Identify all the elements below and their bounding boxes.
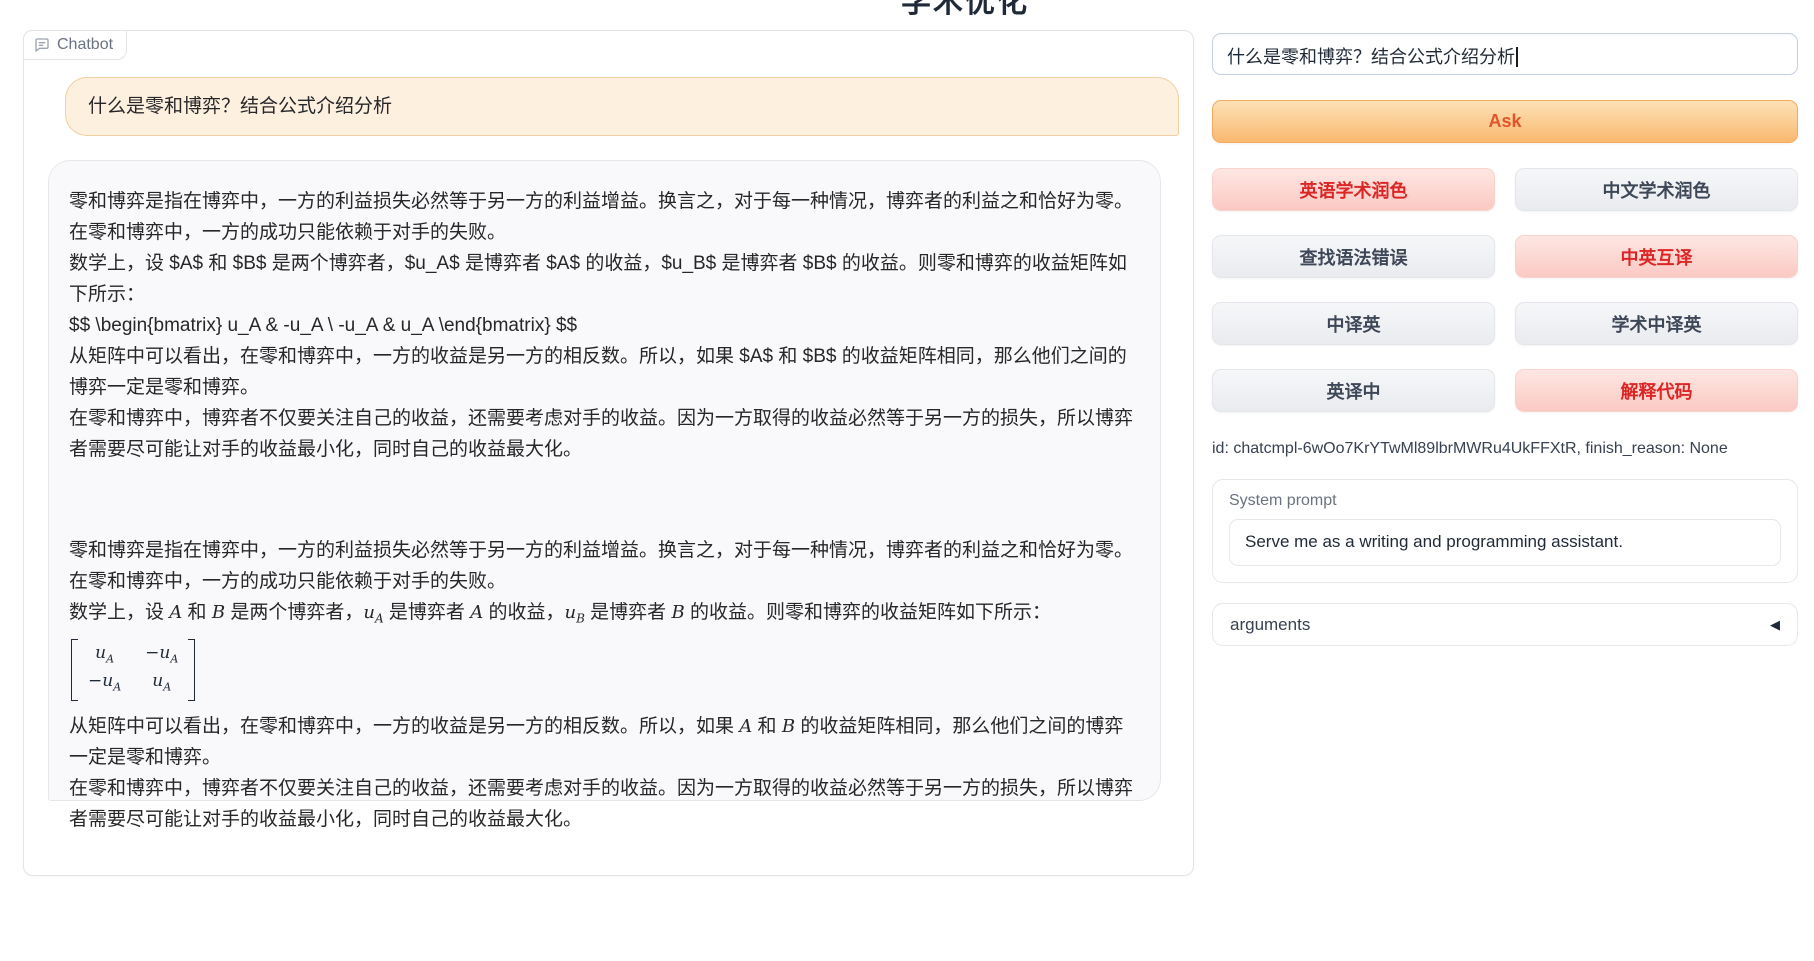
math-var: uB [564, 602, 584, 623]
user-message-bubble: 什么是零和博弈？结合公式介绍分析 [65, 77, 1179, 136]
bot-raw-latex-formula: $$ \begin{bmatrix} u_A & -u_A \ -u_A & u… [69, 310, 1140, 341]
matrix-cell: uA [88, 642, 121, 670]
question-input-value: 什么是零和博弈？结合公式介绍分析 [1227, 47, 1515, 67]
response-status-line: id: chatcmpl-6wOo7KrYTwMl89lbrMWRu4UkFFX… [1212, 440, 1798, 458]
chatbot-panel: Chatbot 什么是零和博弈？结合公式介绍分析 零和博弈是指在博弈中，一方的利… [23, 30, 1194, 876]
bot-rendered-paragraph: 从矩阵中可以看出，在零和博弈中，一方的收益是另一方的相反数。所以，如果 A 和 … [69, 711, 1140, 773]
system-prompt-value: Serve me as a writing and programming as… [1245, 532, 1623, 551]
button-chinese-academic-polish[interactable]: 中文学术润色 [1515, 168, 1798, 211]
matrix-cell: −uA [145, 642, 178, 670]
button-zh-to-en[interactable]: 中译英 [1212, 302, 1495, 345]
system-prompt-input[interactable]: Serve me as a writing and programming as… [1229, 519, 1781, 566]
bot-rendered-paragraph: 零和博弈是指在博弈中，一方的利益损失必然等于另一方的利益增益。换言之，对于每一种… [69, 535, 1140, 597]
control-column: 什么是零和博弈？结合公式介绍分析 Ask 英语学术润色 中文学术润色 查找语法错… [1212, 33, 1798, 646]
matrix-left-bracket [71, 639, 78, 702]
chat-bubble-icon [34, 37, 50, 53]
bot-message-rendered: 零和博弈是指在博弈中，一方的利益损失必然等于另一方的利益增益。换言之，对于每一种… [69, 535, 1140, 835]
system-prompt-label: System prompt [1229, 492, 1781, 510]
math-var: A [470, 602, 483, 623]
page-title: 学术优化 [901, 0, 1029, 21]
arguments-accordion-label: arguments [1230, 615, 1310, 635]
bot-raw-paragraph: 从矩阵中可以看出，在零和博弈中，一方的收益是另一方的相反数。所以，如果 $A$ … [69, 341, 1140, 403]
chatbot-panel-label-text: Chatbot [57, 36, 113, 54]
math-var: B [782, 716, 795, 737]
button-find-grammar-errors[interactable]: 查找语法错误 [1212, 235, 1495, 278]
app-page: 学术优化 Chatbot 什么是零和博弈？结合公式介绍分析 零和博弈是指在博弈中… [0, 0, 1814, 961]
accordion-collapsed-icon: ◀ [1770, 617, 1780, 633]
payoff-matrix: uA −uA −uA uA [71, 639, 195, 702]
bot-raw-paragraph: 零和博弈是指在博弈中，一方的利益损失必然等于另一方的利益增益。换言之，对于每一种… [69, 186, 1140, 248]
matrix-cell: uA [145, 670, 178, 698]
math-var: B [212, 602, 225, 623]
math-var: A [169, 602, 182, 623]
ask-button[interactable]: Ask [1212, 100, 1798, 143]
text-cursor [1516, 47, 1518, 67]
chatbot-panel-label: Chatbot [23, 30, 127, 60]
bot-raw-paragraph: 数学上，设 $A$ 和 $B$ 是两个博弈者，$u_A$ 是博弈者 $A$ 的收… [69, 248, 1140, 310]
button-academic-zh-to-en[interactable]: 学术中译英 [1515, 302, 1798, 345]
button-english-academic-polish[interactable]: 英语学术润色 [1212, 168, 1495, 211]
math-var: A [739, 716, 752, 737]
matrix-cell: −uA [88, 670, 121, 698]
user-message-text: 什么是零和博弈？结合公式介绍分析 [88, 96, 392, 117]
button-zh-en-mutual-translate[interactable]: 中英互译 [1515, 235, 1798, 278]
bot-rendered-paragraph: 在零和博弈中，博弈者不仅要关注自己的收益，还需要考虑对手的收益。因为一方取得的收… [69, 773, 1140, 835]
matrix-right-bracket [188, 639, 195, 702]
button-explain-code[interactable]: 解释代码 [1515, 369, 1798, 412]
button-en-to-zh[interactable]: 英译中 [1212, 369, 1495, 412]
bot-rendered-paragraph: 数学上，设 A 和 B 是两个博弈者，uA 是博弈者 A 的收益，uB 是博弈者… [69, 597, 1140, 635]
system-prompt-group: System prompt Serve me as a writing and … [1212, 479, 1798, 583]
bot-message-bubble: 零和博弈是指在博弈中，一方的利益损失必然等于另一方的利益增益。换言之，对于每一种… [48, 160, 1161, 801]
bot-message-raw: 零和博弈是指在博弈中，一方的利益损失必然等于另一方的利益增益。换言之，对于每一种… [69, 186, 1140, 465]
arguments-accordion-header[interactable]: arguments ◀ [1212, 603, 1798, 646]
math-var: uA [363, 602, 383, 623]
bot-raw-paragraph: 在零和博弈中，博弈者不仅要关注自己的收益，还需要考虑对手的收益。因为一方取得的收… [69, 403, 1140, 465]
math-var: B [671, 602, 684, 623]
quick-actions-grid: 英语学术润色 中文学术润色 查找语法错误 中英互译 中译英 学术中译英 英译中 … [1212, 168, 1798, 412]
question-input[interactable]: 什么是零和博弈？结合公式介绍分析 [1212, 33, 1798, 75]
